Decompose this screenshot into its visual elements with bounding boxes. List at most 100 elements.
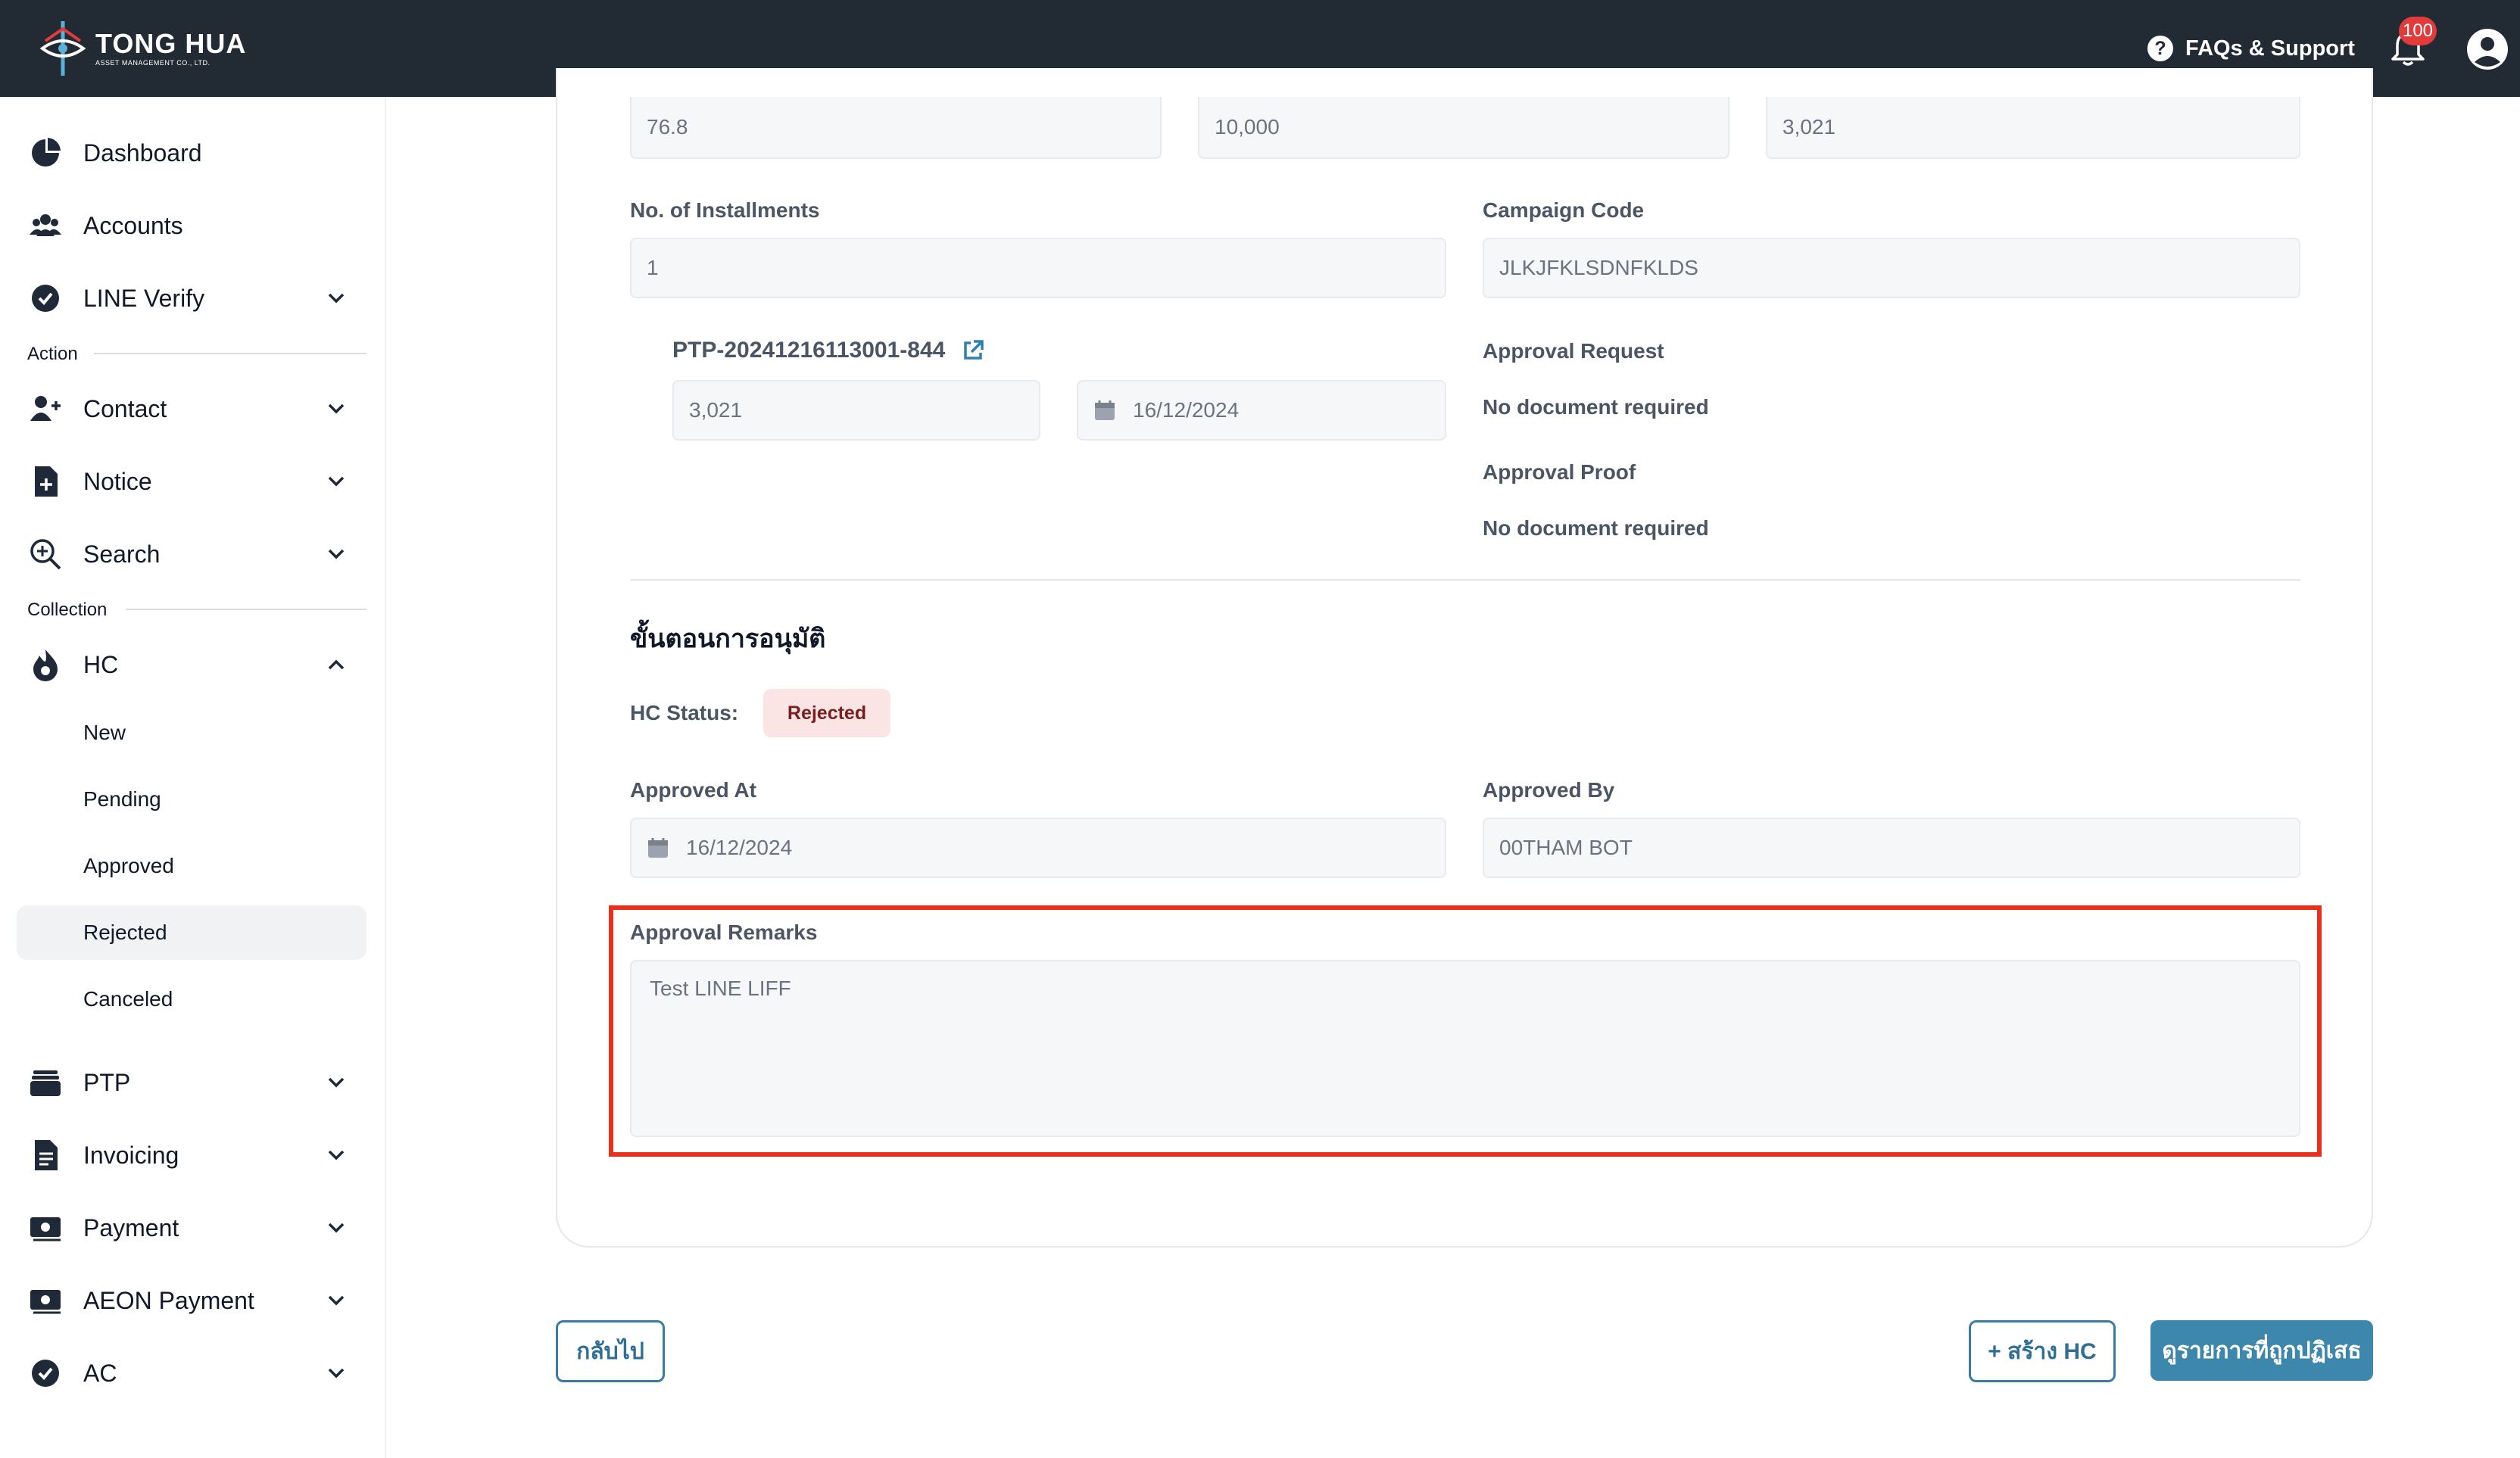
sidebar-item-invoicing[interactable]: Invoicing [0, 1125, 385, 1185]
ptp-link[interactable]: PTP-20241216113001-844 [672, 338, 984, 363]
chevron-down-icon [328, 1223, 345, 1233]
section-label-collection: Collection [27, 600, 108, 620]
brand-subtitle: ASSET MANAGEMENT CO., LTD. [95, 59, 211, 67]
sidebar-label: PTP [83, 1068, 131, 1096]
subitem-label: Rejected [83, 921, 167, 944]
subitem-label: New [83, 721, 126, 744]
top-field-2[interactable]: 10,000 [1198, 97, 1729, 159]
installments-field[interactable]: 1 [630, 238, 1446, 298]
sidebar-item-notice[interactable]: Notice [0, 451, 385, 512]
sidebar: Dashboard Accounts LINE Verify Action Co… [0, 97, 386, 1458]
user-avatar-icon[interactable] [2465, 27, 2509, 71]
section-divider [94, 353, 366, 354]
sidebar-item-contact[interactable]: Contact [0, 379, 385, 439]
sidebar-label: AC [83, 1359, 117, 1387]
sidebar-label: Payment [83, 1213, 179, 1241]
approved-at-field[interactable]: 16/12/2024 [630, 818, 1446, 878]
external-link-icon [964, 340, 984, 360]
check-circle-icon [32, 1360, 59, 1387]
chevron-down-icon [328, 403, 345, 414]
faq-label: FAQs & Support [2185, 36, 2355, 61]
installments-label: No. of Installments [630, 198, 820, 222]
money-bill-icon [30, 1217, 61, 1241]
approval-proof-label: Approval Proof [1483, 460, 1636, 484]
approval-steps-heading: ขั้นตอนการอนุมัติ [630, 625, 826, 653]
status-badge: Rejected [763, 689, 890, 737]
sidebar-item-search[interactable]: Search [0, 524, 385, 584]
logo-icon [39, 21, 86, 76]
sidebar-label: Contact [83, 394, 167, 422]
question-icon: ? [2147, 36, 2173, 61]
top-field-3[interactable]: 3,021 [1766, 97, 2300, 159]
subitem-label: Approved [83, 854, 174, 877]
brand-name: TONG HUA [95, 28, 247, 59]
sidebar-subitem-rejected[interactable]: Rejected [17, 905, 366, 960]
calendar-icon [1095, 400, 1115, 420]
chevron-down-icon [328, 1077, 345, 1088]
sidebar-subitem-pending[interactable]: Pending [17, 772, 366, 827]
approval-proof-value: No document required [1483, 516, 1709, 540]
file-plus-icon [35, 466, 58, 497]
zoom-in-icon [30, 539, 61, 570]
approved-by-field[interactable]: 00THAM BOT [1483, 818, 2300, 878]
chevron-down-icon [328, 1368, 345, 1379]
sidebar-item-ptp[interactable]: PTP [0, 1052, 385, 1113]
chevron-down-icon [328, 476, 345, 487]
chevron-down-icon [328, 549, 345, 559]
ptp-amount-field[interactable]: 3,021 [672, 380, 1040, 441]
sidebar-label: Notice [83, 467, 152, 495]
sidebar-item-line-verify[interactable]: LINE Verify [0, 268, 385, 329]
sidebar-label: LINE Verify [83, 284, 205, 312]
sidebar-item-payment[interactable]: Payment [0, 1198, 385, 1258]
user-plus-icon [30, 396, 61, 421]
chevron-down-icon [328, 1295, 345, 1306]
sidebar-item-accounts[interactable]: Accounts [0, 195, 385, 256]
sidebar-label: Accounts [83, 211, 183, 239]
subitem-label: Canceled [83, 987, 173, 1011]
hc-status-label: HC Status: [630, 701, 739, 724]
back-button[interactable]: กลับไป [556, 1320, 665, 1382]
sidebar-label: AEON Payment [83, 1286, 254, 1314]
chevron-down-icon [328, 293, 345, 304]
money-bill-icon [30, 1290, 61, 1314]
ptp-date-field[interactable]: 16/12/2024 [1077, 380, 1446, 441]
pie-chart-icon [32, 138, 61, 167]
fire-icon [33, 650, 58, 681]
approval-request-value: No document required [1483, 395, 1709, 419]
sidebar-subitem-approved[interactable]: Approved [17, 839, 366, 893]
approved-at-label: Approved At [630, 778, 756, 802]
sidebar-item-aeon-payment[interactable]: AEON Payment [0, 1270, 385, 1331]
campaign-code-label: Campaign Code [1483, 198, 1645, 222]
section-divider [630, 579, 2300, 581]
section-label-action: Action [27, 344, 78, 364]
sidebar-label: HC [83, 650, 119, 678]
sidebar-item-ac[interactable]: AC [0, 1343, 385, 1403]
ptp-date-value: 16/12/2024 [1133, 398, 1240, 422]
approved-at-value: 16/12/2024 [686, 836, 793, 859]
view-rejected-button[interactable]: ดูรายการที่ถูกปฏิเสธ [2150, 1320, 2373, 1381]
approval-remarks-textarea[interactable]: Test LINE LIFF [630, 960, 2300, 1137]
check-circle-icon [32, 285, 59, 312]
users-icon [30, 214, 61, 236]
sidebar-label: Invoicing [83, 1141, 179, 1169]
company-logo[interactable]: TONG HUA ASSET MANAGEMENT CO., LTD. [35, 18, 246, 79]
chevron-down-icon [328, 1150, 345, 1160]
wallet-icon [30, 1070, 61, 1096]
ptp-id: PTP-20241216113001-844 [672, 338, 946, 363]
file-invoice-icon [35, 1140, 58, 1170]
sidebar-label: Dashboard [83, 139, 202, 167]
approval-request-label: Approval Request [1483, 339, 1664, 363]
campaign-code-field[interactable]: JLKJFKLSDNFKLDS [1483, 238, 2300, 298]
calendar-icon [648, 838, 668, 858]
sidebar-subitem-canceled[interactable]: Canceled [17, 972, 366, 1027]
create-hc-button[interactable]: + สร้าง HC [1969, 1320, 2116, 1382]
sidebar-item-hc[interactable]: HC [0, 634, 385, 695]
sidebar-subitem-new[interactable]: New [17, 706, 366, 760]
section-divider [126, 609, 366, 610]
subitem-label: Pending [83, 787, 161, 811]
chevron-up-icon [328, 659, 345, 670]
sidebar-item-dashboard[interactable]: Dashboard [0, 123, 385, 183]
top-field-1[interactable]: 76.8 [630, 97, 1162, 159]
approved-by-label: Approved By [1483, 778, 1615, 802]
faq-support-link[interactable]: ? FAQs & Support [2147, 30, 2355, 67]
